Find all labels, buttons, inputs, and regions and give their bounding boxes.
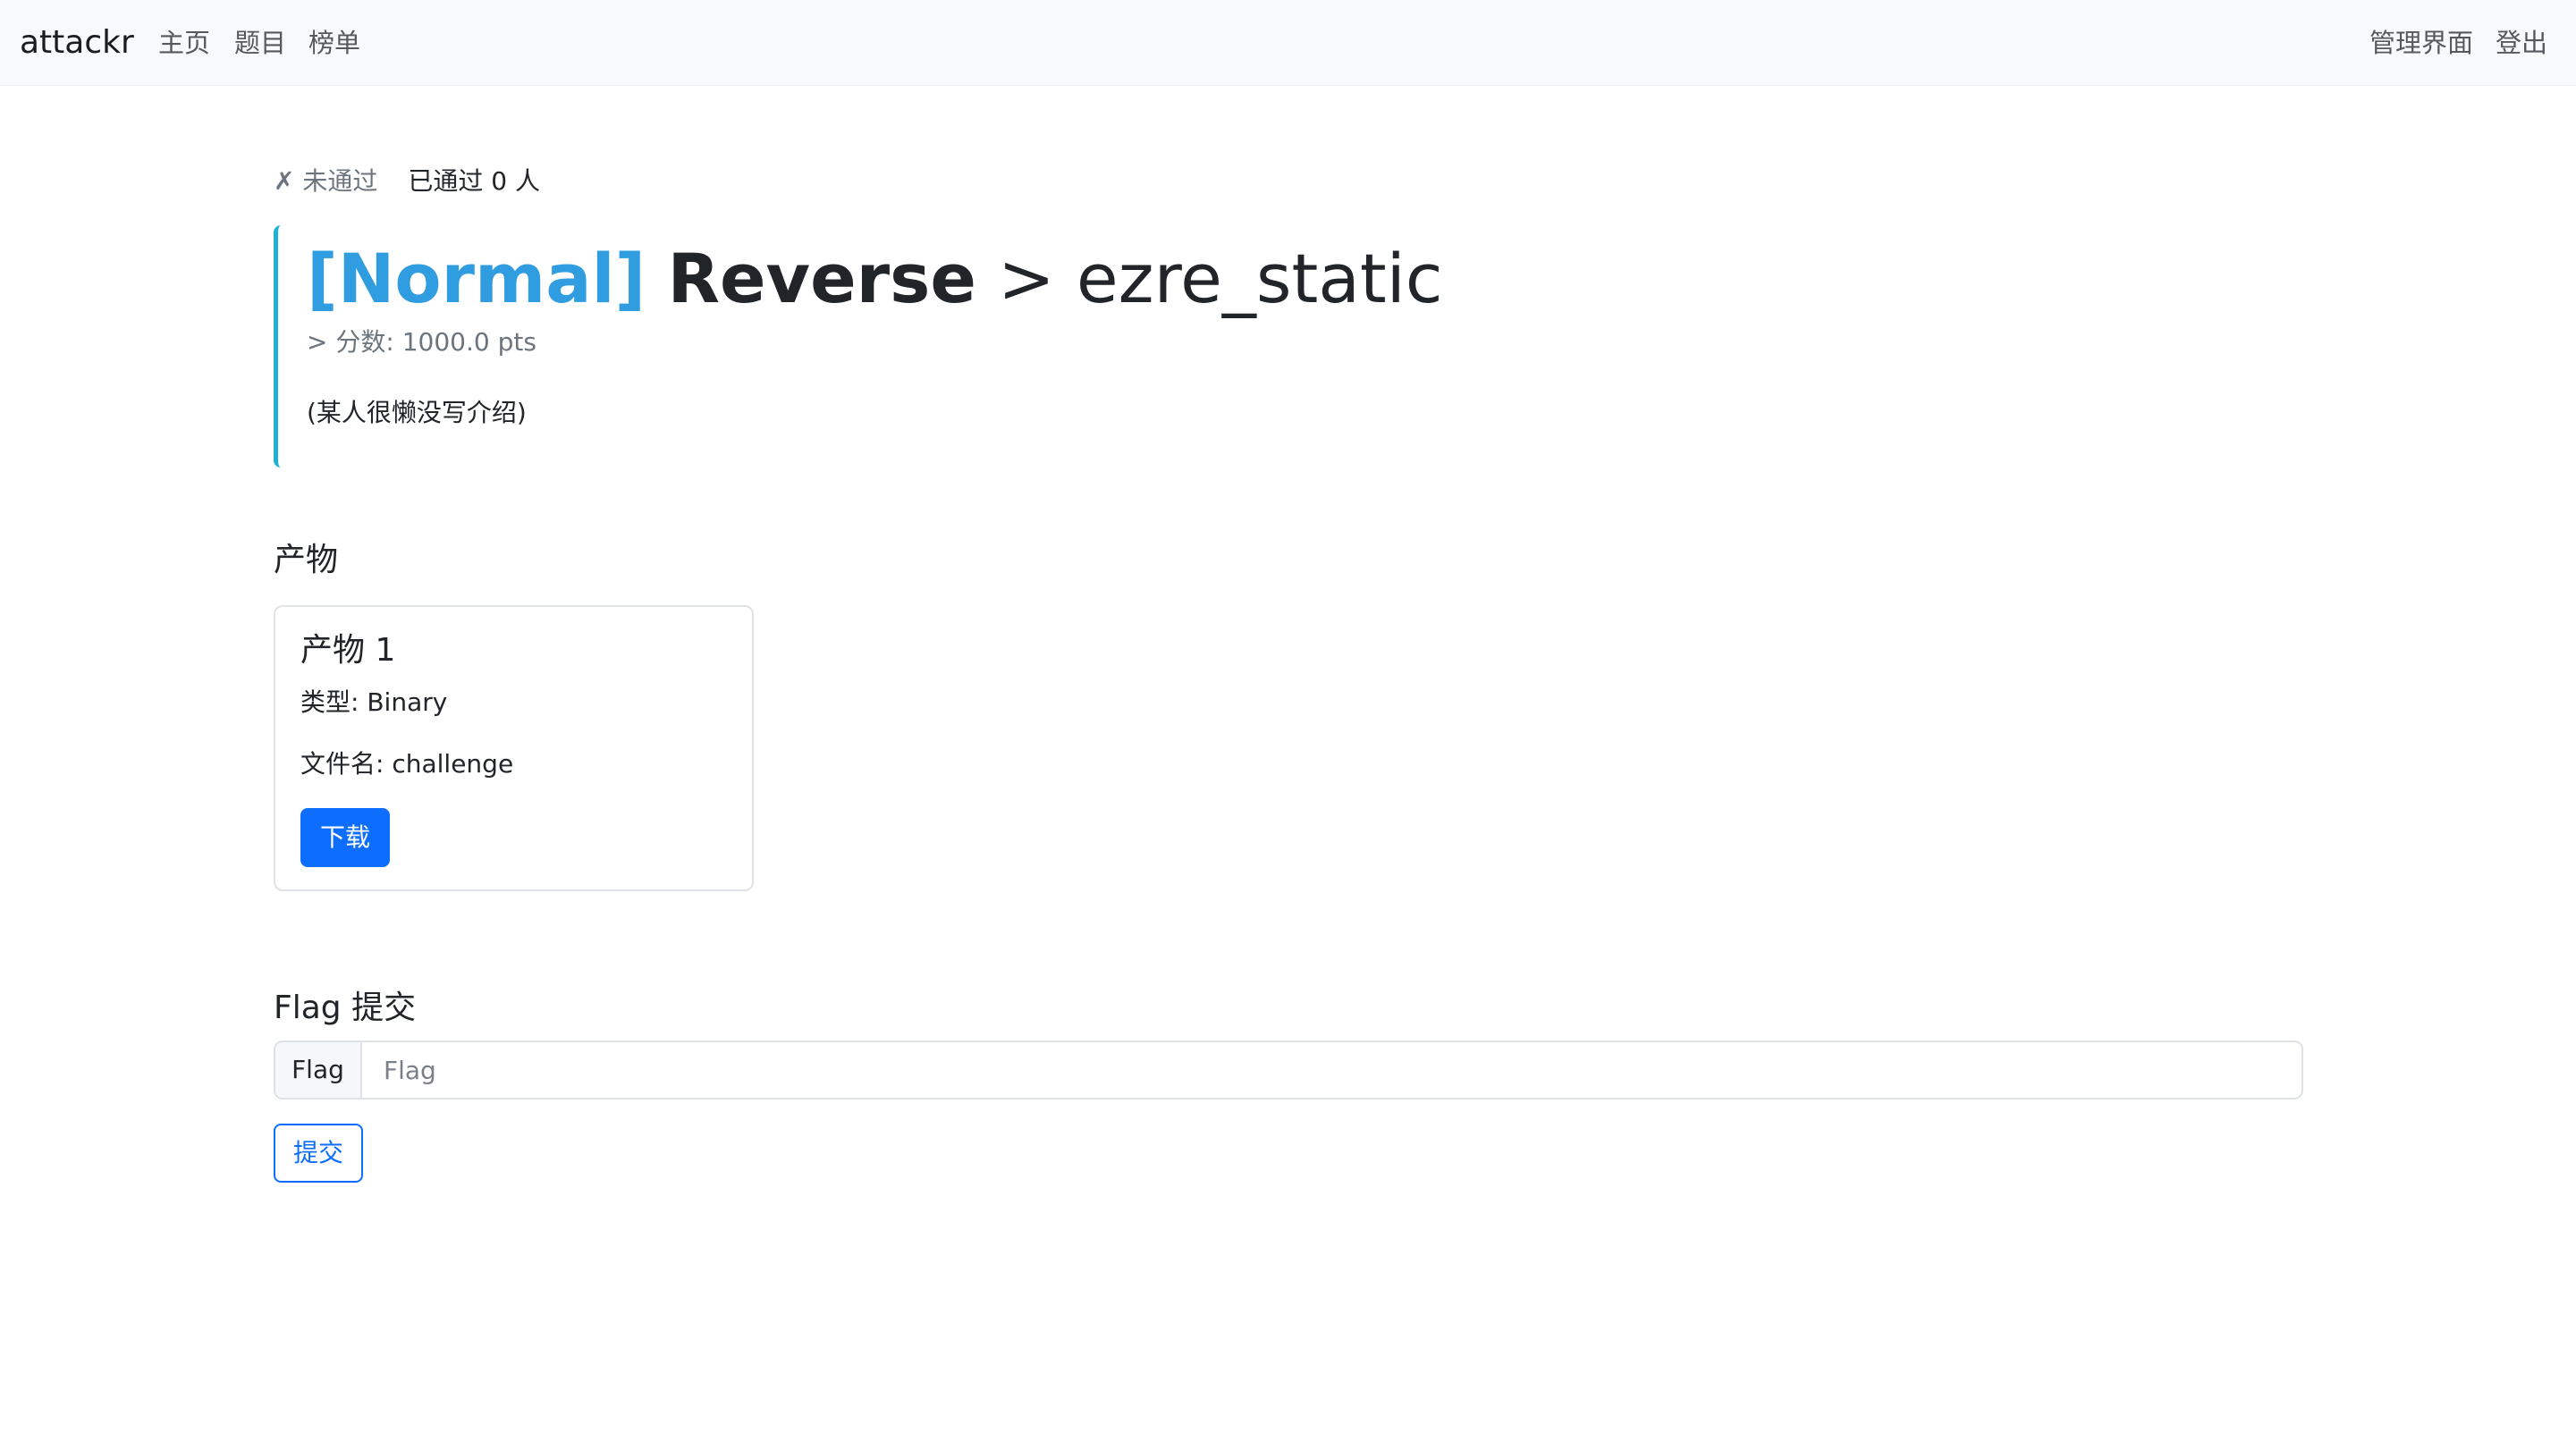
- solved-count: 已通过 0 人: [408, 166, 540, 196]
- challenge-header: [Normal] Reverse > ezre_static > 分数: 100…: [274, 225, 1443, 468]
- challenge-score: > 分数: 1000.0 pts: [307, 327, 536, 357]
- challenge-name: ezre_static: [1076, 239, 1443, 318]
- challenge-title: [Normal] Reverse > ezre_static: [307, 236, 1443, 322]
- artifact-type: 类型: Binary: [300, 687, 448, 717]
- nav-link-logout[interactable]: 登出: [2496, 0, 2547, 86]
- title-separator: >: [998, 239, 1055, 318]
- navbar: attackr 主页 题目 榜单 管理界面 登出: [0, 0, 2576, 86]
- challenge-level: [Normal]: [307, 239, 646, 318]
- flag-input-prefix: Flag: [275, 1042, 362, 1098]
- brand-link[interactable]: attackr: [20, 0, 134, 86]
- flag-input-group: Flag: [274, 1040, 2303, 1099]
- solve-status-row: ✗ 未通过 已通过 0 人: [274, 164, 540, 199]
- nav-link-admin[interactable]: 管理界面: [2369, 0, 2473, 86]
- challenge-description: (某人很懒没写介绍): [307, 398, 527, 427]
- artifacts-heading: 产物: [274, 542, 339, 578]
- artifact-title: 产物 1: [300, 632, 396, 669]
- unsolved-status: ✗ 未通过: [274, 166, 378, 196]
- challenge-category: Reverse: [667, 239, 976, 318]
- artifact-filename: 文件名: challenge: [300, 749, 514, 779]
- nav-link-leaderboard[interactable]: 榜单: [308, 0, 360, 86]
- artifact-card: 产物 1 类型: Binary 文件名: challenge 下载: [274, 605, 754, 891]
- submit-button[interactable]: 提交: [274, 1124, 363, 1183]
- flag-submit-heading: Flag 提交: [274, 990, 417, 1026]
- nav-link-home[interactable]: 主页: [158, 0, 210, 86]
- download-button[interactable]: 下载: [300, 808, 390, 867]
- nav-link-problems[interactable]: 题目: [234, 0, 286, 86]
- flag-input[interactable]: [364, 1042, 2302, 1098]
